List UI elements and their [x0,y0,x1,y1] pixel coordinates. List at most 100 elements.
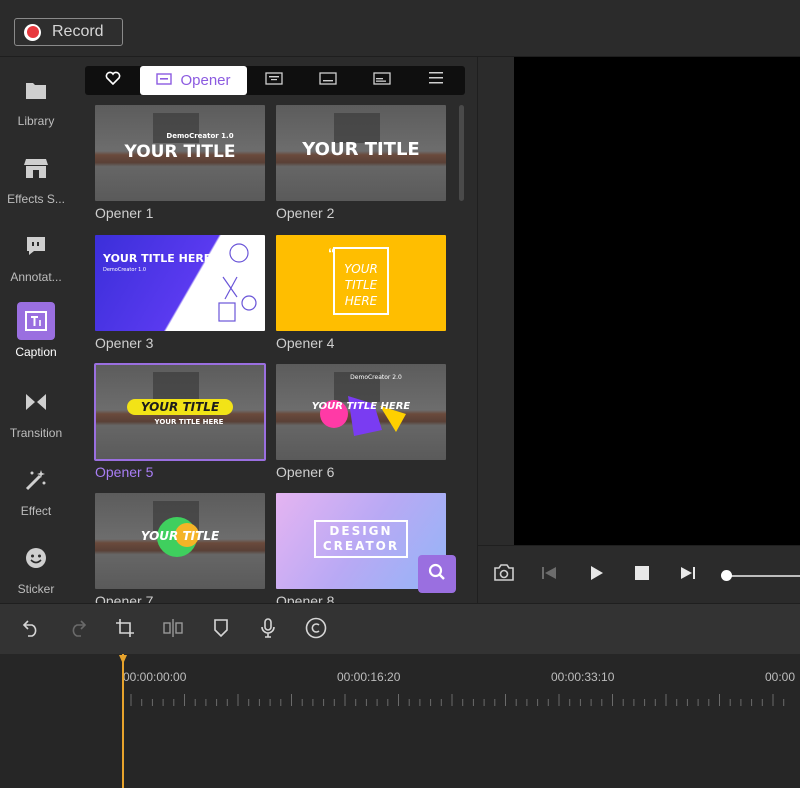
thumb-title: YOUR TITLE [140,529,220,543]
rail-label: Annotat... [10,270,62,284]
snapshot-button[interactable] [493,564,515,586]
opener-card-3[interactable]: YOUR TITLE HERE DemoCreator 1.0 Opener 3 [95,235,265,351]
opener-card-title: Opener 5 [95,464,154,480]
opener-thumbnail: YOUR TITLE YOUR TITLE HERE [94,363,266,461]
rail-item-library[interactable]: Library [0,71,72,141]
tab-subtitle[interactable] [301,66,355,95]
opener-card-7[interactable]: YOUR TITLE Opener 7 [95,493,265,609]
undo-button[interactable] [20,619,42,641]
thumb-title: YOUR TITLE [302,139,420,160]
rail-item-transition[interactable]: Transition [0,383,72,453]
previous-frame-button[interactable] [538,564,560,586]
play-button[interactable] [586,564,608,586]
side-rail: Library Effects S... Annotat... Caption … [0,57,72,603]
timecode-label: 00:00 [765,670,796,684]
title-card-icon [265,71,283,90]
opener-card-5[interactable]: YOUR TITLE YOUR TITLE HERE Opener 5 [94,363,266,480]
store-icon [17,149,55,187]
redo-icon [69,619,87,642]
lower-third-icon [373,71,391,90]
stop-button[interactable] [631,564,653,586]
opener-card-title: Opener 6 [276,464,335,480]
timeline[interactable]: 00:00:00:00 00:00:16:20 00:00:33:10 00:0… [0,654,800,788]
play-icon [590,565,604,586]
record-icon [24,23,41,41]
tab-lower-third[interactable] [355,66,409,95]
split-icon [163,618,183,642]
opener-thumbnail: DemoCreator 1.0 YOUR TITLE [95,105,265,201]
playhead-handle[interactable] [119,655,127,664]
rail-label: Transition [9,426,63,440]
top-bar: Record [0,0,800,57]
seek-bar[interactable] [726,575,800,577]
opener-card-6[interactable]: DemoCreator 2.0 YOUR TITLE HERE Opener 6 [276,364,446,480]
voiceover-button[interactable] [257,617,279,643]
marker-icon [213,618,229,642]
skip-forward-icon [680,565,696,586]
tab-favorites[interactable] [85,66,140,95]
undo-icon [22,619,40,642]
opener-thumbnail: YOUR TITLE HERE “ [276,235,446,331]
opener-card-4[interactable]: YOUR TITLE HERE “ Opener 4 [276,235,446,351]
opener-icon [156,72,173,90]
opener-thumbnail: DemoCreator 2.0 YOUR TITLE HERE [276,364,446,460]
folder-icon [17,71,55,109]
caption-icon [17,302,55,340]
rail-item-sticker[interactable]: Sticker [0,539,72,609]
opener-thumbnail: YOUR TITLE [95,493,265,589]
rail-label: Library [17,114,55,128]
timecode-label: 00:00:00:00 [123,670,187,684]
skip-back-icon [541,565,557,586]
opener-card-title: Opener 3 [95,335,154,351]
rail-item-caption[interactable]: Caption [0,302,72,372]
next-frame-button[interactable] [677,564,699,586]
timecode-label: 00:00:33:10 [551,670,615,684]
preview-canvas[interactable] [514,57,800,545]
time-ruler [130,694,785,706]
speech-bubble-icon [17,227,55,265]
tab-credits[interactable] [409,66,463,95]
seek-handle[interactable] [721,570,732,581]
search-button[interactable] [418,555,456,593]
crop-button[interactable] [114,618,136,642]
crop-icon [116,618,134,642]
player-controls [478,545,800,603]
rail-label: Sticker [17,582,55,596]
camera-icon [494,564,514,586]
playhead-line[interactable] [122,654,124,788]
panel-scrollbar[interactable] [459,105,464,201]
transition-icon [17,383,55,421]
thumb-subtitle: YOUR TITLE HERE [154,418,224,426]
copyright-icon [305,617,327,644]
split-button[interactable] [162,618,184,642]
doodle-illustration [218,243,257,322]
opener-card-title: Opener 2 [276,205,335,221]
record-button[interactable]: Record [14,18,123,46]
tab-opener[interactable]: Opener [140,66,247,95]
rail-item-annotation[interactable]: Annotat... [0,227,72,297]
thumb-title: DESIGN [329,524,393,538]
caption-panel: Opener DemoCreator 1.0 YOUR TITLE Opener… [72,57,478,609]
opener-card-1[interactable]: DemoCreator 1.0 YOUR TITLE Opener 1 [95,105,265,221]
opener-card-title: Opener 1 [95,205,154,221]
rail-item-effect[interactable]: Effect [0,461,72,531]
marker-button[interactable] [210,618,232,642]
magic-wand-icon [17,461,55,499]
quote-icon: “ [328,245,335,261]
copyright-button[interactable] [305,617,327,644]
opener-thumbnail: YOUR TITLE HERE DemoCreator 1.0 [95,235,265,331]
opener-card-2[interactable]: YOUR TITLE Opener 2 [276,105,446,221]
microphone-icon [260,617,276,643]
thumb-subtitle: DemoCreator 1.0 [103,267,147,273]
timecode-label: 00:00:16:20 [337,670,401,684]
credits-icon [428,71,444,90]
thumb-title: YOUR TITLE HERE [344,262,378,308]
rail-label: Effects S... [7,192,65,206]
thumb-title: YOUR TITLE HERE [311,401,411,412]
redo-button[interactable] [67,619,89,641]
preview-margin [478,57,514,545]
thumb-subtitle: DemoCreator 2.0 [350,374,402,381]
rail-item-effects-store[interactable]: Effects S... [0,149,72,219]
tab-title[interactable] [247,66,301,95]
rail-label: Caption [15,345,57,359]
